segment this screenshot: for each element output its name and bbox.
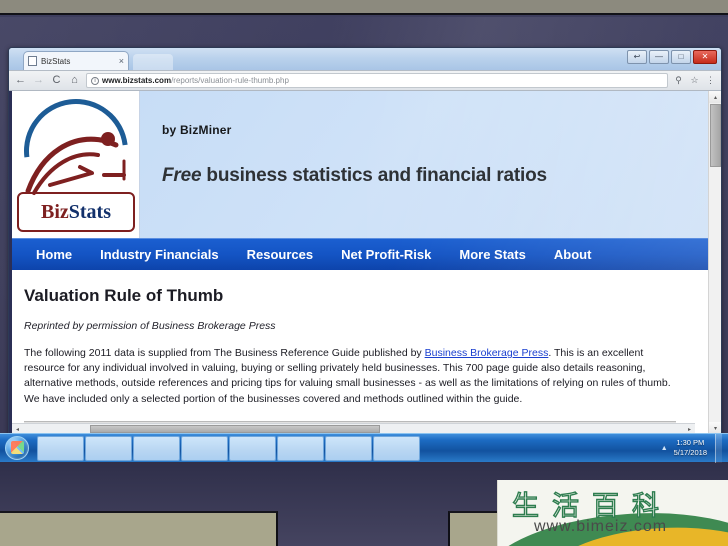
taskbar-button[interactable] [325,435,372,461]
taskbar-button[interactable] [181,435,228,461]
intro-paragraph-part1: The following 2011 data is supplied from… [24,347,425,359]
vertical-scrollbar[interactable]: ▴ ▾ [708,91,721,434]
nav-item-about[interactable]: About [540,247,606,262]
address-bar[interactable]: i www.bizstats.com/reports/valuation-rul… [86,73,668,88]
show-desktop-button[interactable] [715,433,722,463]
desktop-top-band [0,0,728,15]
browser-window: BizStats × ↩ — □ ✕ ← → C ⌂ i www.bizstat… [8,47,722,435]
close-icon[interactable]: × [119,56,124,66]
clock-time: 1:30 PM [676,437,705,447]
menu-icon[interactable]: ⋮ [705,75,716,86]
taskbar-button[interactable] [133,435,180,461]
reprint-note: Reprinted by permission of Business Brok… [24,320,276,332]
masthead-byline: by BizMiner [162,123,232,137]
masthead-tagline-rest: business statistics and financial ratios [201,165,547,186]
address-bar-host: www.bizstats.com [102,76,172,85]
desktop-screen: BizStats × ↩ — □ ✕ ← → C ⌂ i www.bizstat… [0,0,728,546]
taskbar-button[interactable] [85,435,132,461]
minimize-button[interactable]: — [649,50,669,64]
system-tray: ▲ 1:30 PM 5/17/2018 [661,433,728,463]
start-button[interactable] [0,435,34,462]
taskbar-button[interactable] [37,435,84,461]
masthead-tagline: Free business statistics and financial r… [162,165,708,187]
site-logo[interactable]: Biz Stats [12,91,149,238]
reload-icon[interactable]: C [50,75,63,86]
taskbar-clock[interactable]: 1:30 PM 5/17/2018 [674,438,709,458]
desktop-foreground-block-left [0,511,278,546]
horizontal-scrollbar-thumb[interactable] [90,425,380,433]
page-icon [28,56,37,66]
taskbar-button[interactable] [229,435,276,461]
clock-date: 5/17/2018 [673,448,707,457]
scroll-up-icon[interactable]: ▴ [709,91,721,103]
maximize-button[interactable]: □ [671,50,691,64]
nav-item-industry-financials[interactable]: Industry Financials [86,247,232,262]
masthead-tagline-emphasis: Free [162,165,202,186]
window-controls: ↩ — □ ✕ [627,50,717,64]
watermark-url: www.bimeiz.com [534,518,668,535]
masthead-banner: by BizMiner Free business statistics and… [140,91,708,238]
site-masthead: Biz Stats by BizMiner Free business stati… [12,91,708,238]
taskbar-button[interactable] [277,435,324,461]
bookmark-star-icon[interactable]: ☆ [689,75,700,86]
nav-item-resources[interactable]: Resources [233,247,327,262]
taskbar-button[interactable] [373,435,420,461]
back-icon[interactable]: ← [14,75,27,86]
logo-text-biz: Biz [40,200,69,223]
home-icon[interactable]: ⌂ [68,75,81,86]
new-tab-button[interactable] [133,54,173,70]
web-page: Biz Stats by BizMiner Free business stati… [9,91,708,434]
address-bar-url: www.bizstats.com/reports/valuation-rule-… [102,76,289,85]
intro-paragraph: The following 2011 data is supplied from… [24,346,686,407]
restore-button[interactable]: ↩ [627,50,647,64]
show-hidden-icons-icon[interactable]: ▲ [661,445,668,452]
search-icon[interactable]: ⚲ [673,75,684,86]
browser-tab-title: BizStats [41,56,71,66]
nav-item-net-profit-risk[interactable]: Net Profit-Risk [327,247,445,262]
browser-tab[interactable]: BizStats × [23,51,129,70]
page-content: Valuation Rule of Thumb Reprinted by per… [12,270,708,434]
page-title: Valuation Rule of Thumb [24,286,224,305]
site-navigation: Home Industry Financials Resources Net P… [12,238,708,270]
address-bar-path: /reports/valuation-rule-thumb.php [171,76,289,85]
page-viewport: Biz Stats by BizMiner Free business stati… [9,91,721,434]
browser-toolbar: ← → C ⌂ i www.bizstats.com/reports/valua… [9,70,721,91]
taskbar-buttons [37,435,420,461]
logo-wordmark: Biz Stats [17,192,135,232]
business-brokerage-press-link[interactable]: Business Brokerage Press [425,347,549,359]
site-info-icon[interactable]: i [91,76,99,85]
forward-icon[interactable]: → [32,75,45,86]
windows-logo-icon [5,436,29,460]
logo-swoosh-icon [25,132,126,195]
close-button[interactable]: ✕ [693,50,717,64]
nav-item-home[interactable]: Home [22,247,86,262]
logo-text-stats: Stats [68,200,111,223]
vertical-scrollbar-thumb[interactable] [710,104,721,167]
browser-titlebar: BizStats × ↩ — □ ✕ [9,48,721,70]
nav-item-more-stats[interactable]: More Stats [445,247,539,262]
windows-taskbar: ▲ 1:30 PM 5/17/2018 [0,433,728,463]
site-watermark: 生活百科 www.bimeiz.com [497,480,728,546]
